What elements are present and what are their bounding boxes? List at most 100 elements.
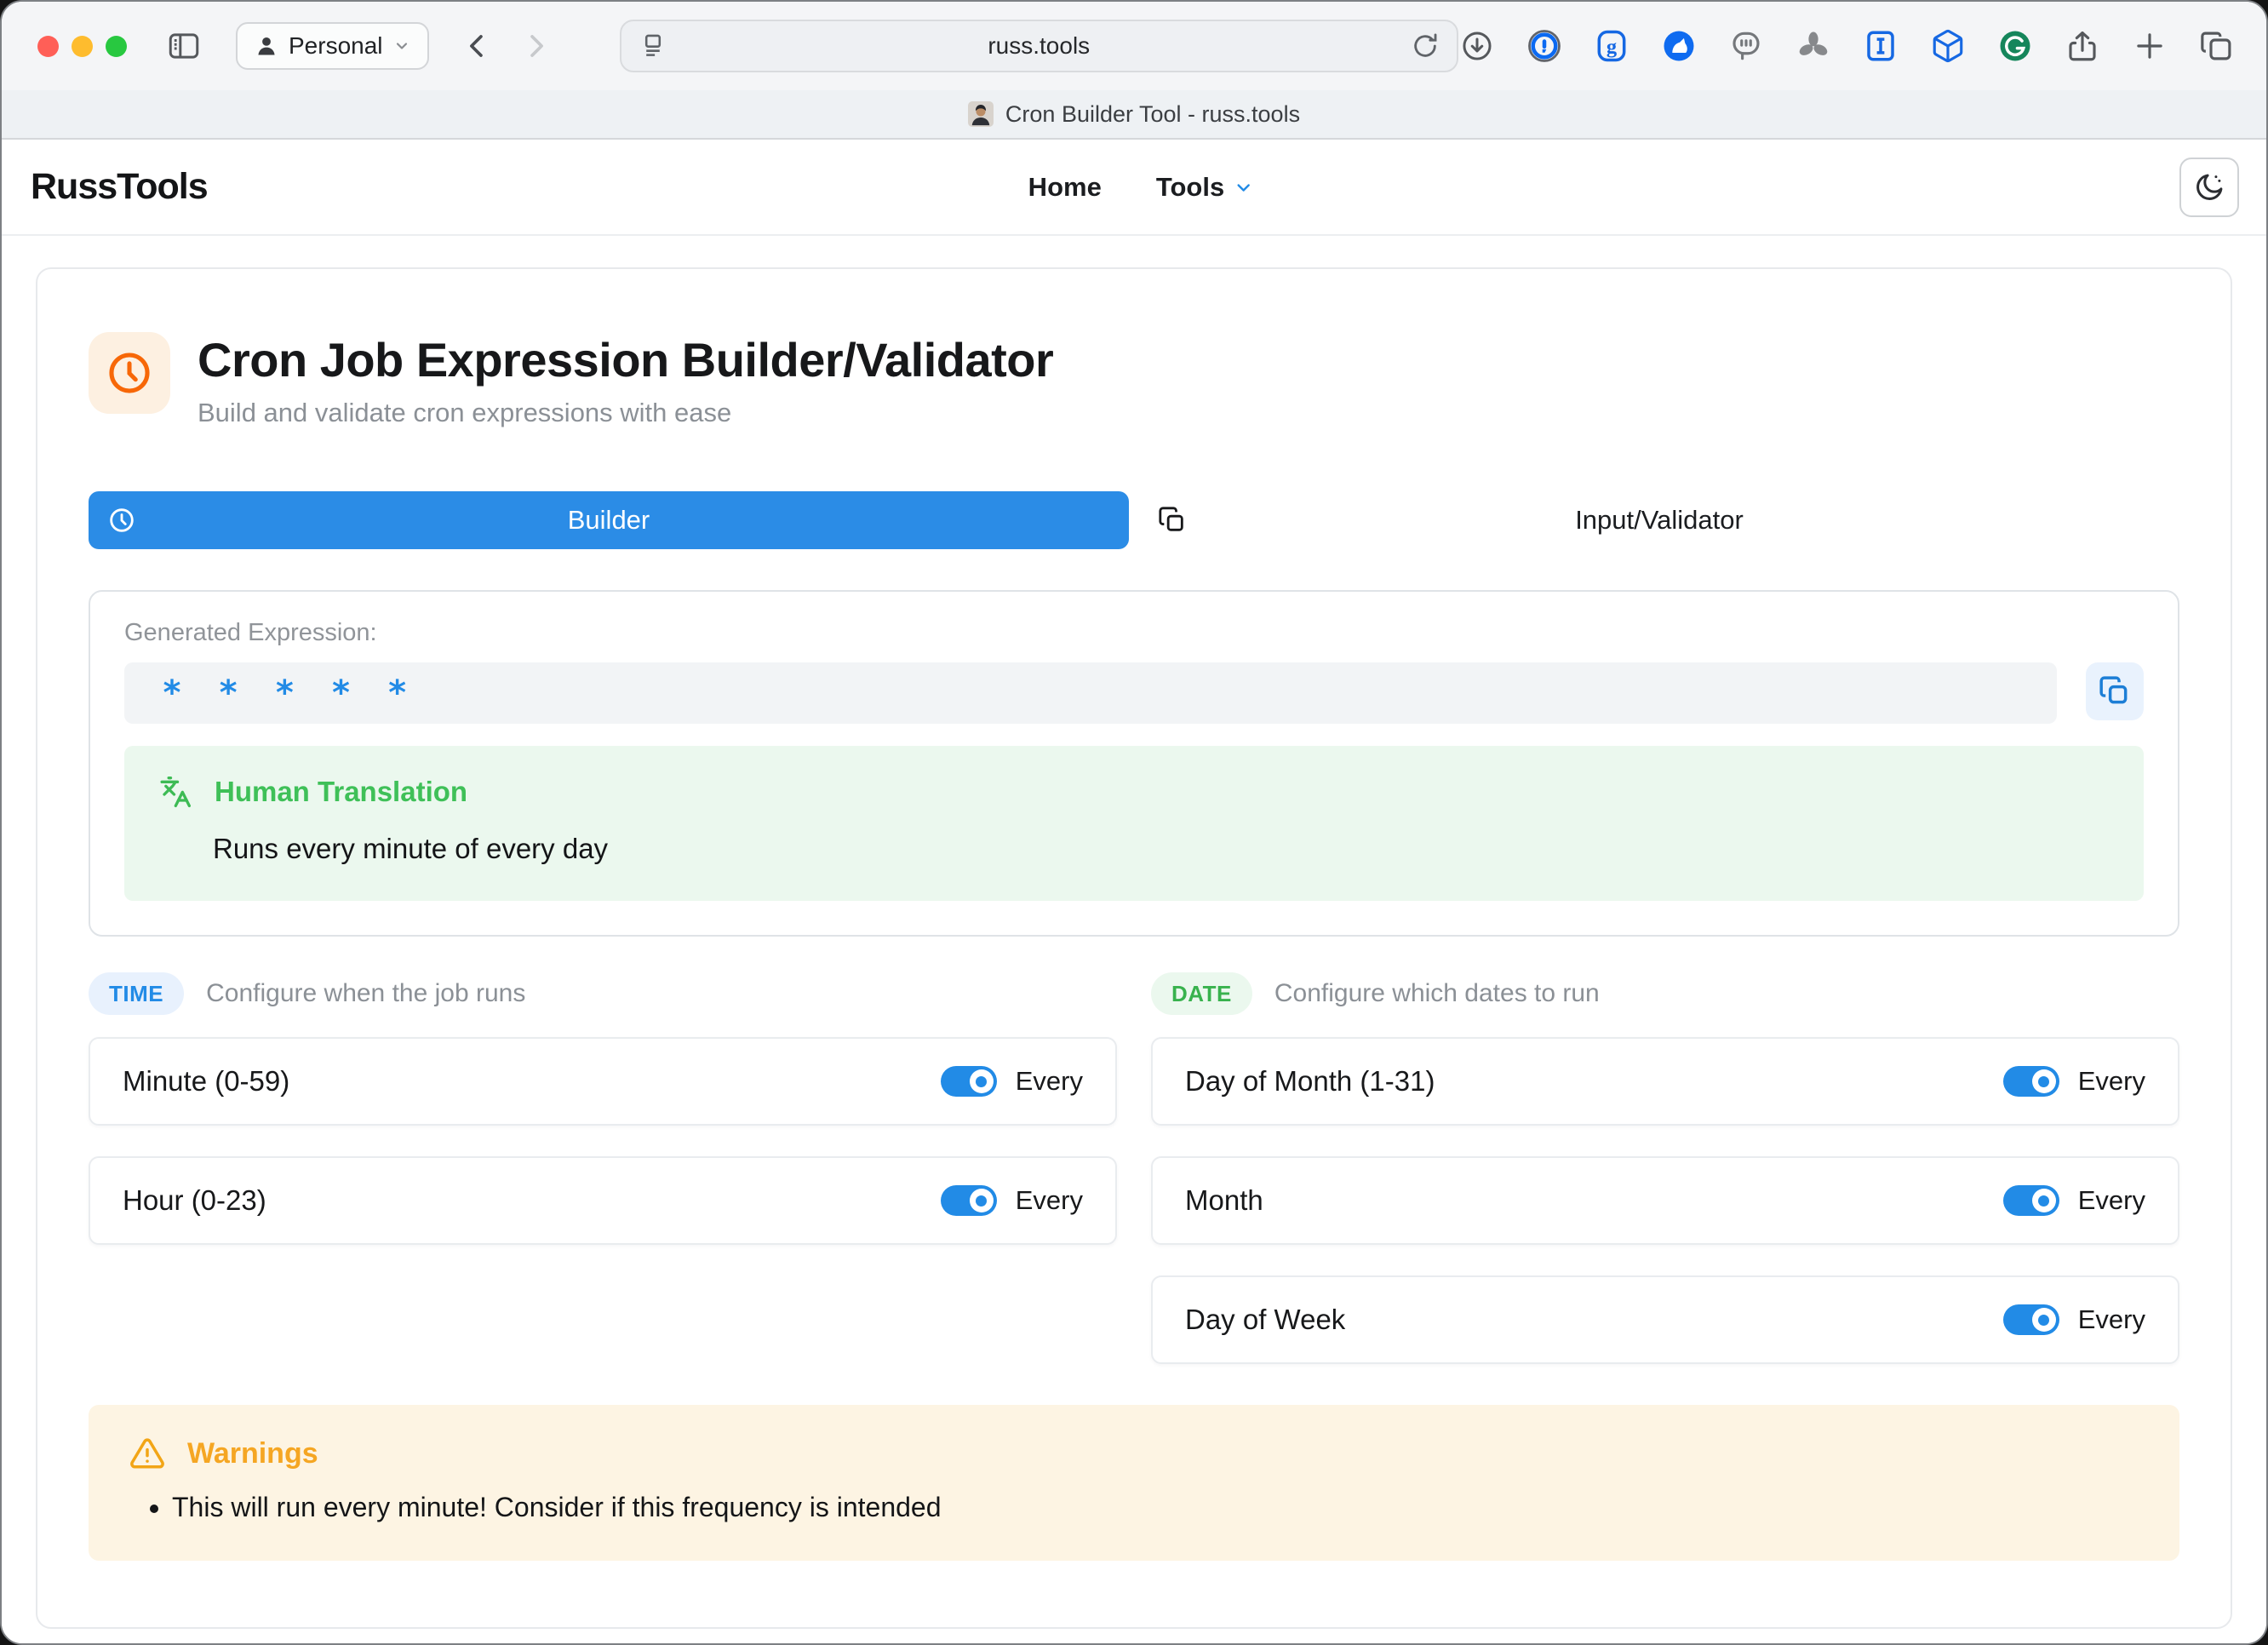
forward-button[interactable] [519,30,552,62]
sidebar-icon [166,28,202,64]
date-section: DATE Configure which dates to run Day of… [1151,972,2179,1364]
languages-icon [158,775,192,809]
profile-label: Personal [289,32,383,60]
generated-expression-card: Generated Expression: * * * * * [89,590,2179,937]
expression-label: Generated Expression: [124,619,2144,647]
tabs-overview-icon [2199,28,2235,64]
nav-home-link[interactable]: Home [1028,172,1102,203]
tab-bar[interactable]: Cron Builder Tool - russ.tools [2,90,2266,140]
toggle-knob [2032,1189,2056,1212]
hour-mode-toggle[interactable] [941,1185,997,1216]
toggle-knob [2032,1308,2056,1332]
translation-text: Runs every minute of every day [213,833,2110,865]
site-header: RussTools Home Tools [2,140,2266,236]
g-extension-button[interactable]: g [1593,27,1630,65]
address-bar[interactable]: russ.tools [620,20,1458,72]
page-title: Cron Job Expression Builder/Validator [198,332,1053,387]
mode-tabs: Builder Input/Validator [89,491,2179,549]
translation-title: Human Translation [215,776,467,808]
tool-header: Cron Job Expression Builder/Validator Bu… [89,332,2179,428]
hour-field-label: Hour (0-23) [123,1184,941,1217]
day-of-week-field-card: Day of Week Every [1151,1275,2179,1364]
zoom-window-button[interactable] [106,36,127,57]
human-translation-panel: Human Translation Runs every minute of e… [124,746,2144,901]
month-mode-toggle[interactable] [2003,1185,2059,1216]
onepassword-extension-button[interactable] [1526,27,1563,65]
reload-button[interactable] [1411,32,1440,60]
warning-item: This will run every minute! Consider if … [172,1488,2139,1527]
close-window-button[interactable] [37,36,59,57]
clock-app-icon [89,332,170,414]
tab-input-validator[interactable]: Input/Validator [1139,491,2179,549]
grammarly-extension-button[interactable] [1996,27,2034,65]
grammarly-icon [1997,28,2033,64]
minute-field-label: Minute (0-59) [123,1065,941,1098]
tab-validator-label: Input/Validator [1575,505,1744,536]
flower-icon [1796,28,1831,64]
cat-extension-button[interactable] [1660,27,1698,65]
speech-bubble-extension-button[interactable] [1727,27,1765,65]
dark-mode-toggle-button[interactable] [2179,158,2239,217]
expression-value: * * * * * [162,673,415,713]
person-icon [255,34,278,58]
tab-favicon [968,101,994,127]
time-description: Configure when the job runs [206,979,525,1008]
browser-toolbar: Personal russ.tools [2,2,2266,90]
site-nav: Home Tools [1028,140,1254,234]
minute-field-card: Minute (0-59) Every [89,1037,1117,1126]
plus-icon [2132,28,2168,64]
download-icon [1459,28,1495,64]
page-subtitle: Build and validate cron expressions with… [198,398,1053,428]
cube-extension-button[interactable] [1929,27,1967,65]
brand-logo[interactable]: RussTools [31,166,208,208]
nav-tools-menu[interactable]: Tools [1156,172,1253,203]
reader-view-icon[interactable] [639,32,667,60]
letter-g-icon: g [1594,28,1629,64]
petals-extension-button[interactable] [1795,27,1832,65]
url-text: russ.tools [621,32,1457,60]
letter-i-icon [1863,28,1899,64]
hour-mode-label: Every [1016,1185,1083,1216]
new-tab-button[interactable] [2131,27,2168,65]
window-controls [37,36,127,57]
day-of-month-mode-label: Every [2078,1066,2145,1097]
svg-text:g: g [1606,35,1618,58]
copy-icon [2099,675,2131,708]
cube-icon [1930,28,1966,64]
minimize-window-button[interactable] [72,36,93,57]
warning-triangle-icon [129,1436,165,1471]
share-button[interactable] [2064,27,2101,65]
month-field-label: Month [1185,1184,2003,1217]
minute-mode-toggle[interactable] [941,1066,997,1097]
sidebar-toggle-button[interactable] [166,28,202,64]
profile-menu-button[interactable]: Personal [236,22,429,70]
warnings-panel: Warnings This will run every minute! Con… [89,1405,2179,1561]
day-of-month-field-label: Day of Month (1-31) [1185,1065,2003,1098]
instapaper-extension-button[interactable] [1862,27,1899,65]
expression-value-box: * * * * * [124,662,2057,724]
date-description: Configure which dates to run [1274,979,1600,1008]
page-content: Cron Job Expression Builder/Validator Bu… [2,236,2266,1643]
onepassword-icon [1526,28,1562,64]
month-field-card: Month Every [1151,1156,2179,1245]
chevron-down-icon [393,37,410,54]
minute-mode-label: Every [1016,1066,1083,1097]
speech-bubble-icon [1728,28,1764,64]
tab-builder[interactable]: Builder [89,491,1129,549]
downloads-button[interactable] [1458,27,1496,65]
toggle-knob [970,1189,994,1212]
hour-field-card: Hour (0-23) Every [89,1156,1117,1245]
copy-icon [1158,506,1187,535]
day-of-week-mode-toggle[interactable] [2003,1304,2059,1335]
nav-home-label: Home [1028,172,1102,203]
nav-tools-label: Tools [1156,172,1224,203]
day-of-week-mode-label: Every [2078,1304,2145,1335]
toolbar-extensions: g [1458,27,2236,65]
month-mode-label: Every [2078,1185,2145,1216]
share-icon [2065,28,2100,64]
tab-overview-button[interactable] [2198,27,2236,65]
back-button[interactable] [461,30,494,62]
day-of-month-mode-toggle[interactable] [2003,1066,2059,1097]
copy-expression-button[interactable] [2086,662,2144,720]
warnings-list: This will run every minute! Consider if … [129,1488,2139,1527]
